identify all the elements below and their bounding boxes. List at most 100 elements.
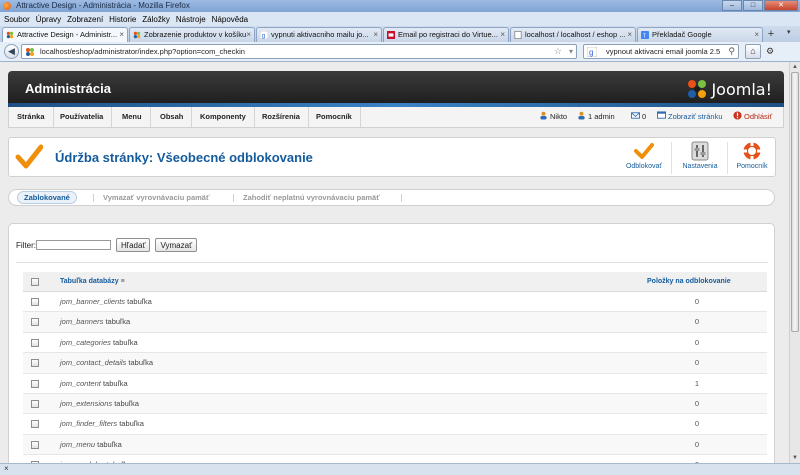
toolbar-divider [671,142,672,174]
menu-file[interactable]: Soubor [4,15,30,24]
items-count-cell: 0 [694,419,700,429]
tab-purge-expired-cache[interactable]: Zahodiť neplatnú vyrovnávaciu pamäť [237,190,386,205]
tab-close-icon[interactable]: × [246,28,251,42]
tab-close-icon[interactable]: × [754,28,759,42]
browser-tab[interactable]: Zobrazenie produktov v košíku × [129,27,255,42]
column-header-table[interactable]: Tabuľka databázy ≡ [60,278,125,285]
admin-header: Administrácia Joomla! [8,71,784,107]
view-site-link[interactable]: Zobraziť stránku [657,107,723,127]
table-name-cell: jom_contact_details tabuľka [60,358,154,368]
page-scrollbar[interactable]: ▲ ▼ [789,62,800,463]
toolbar-divider [727,142,728,174]
row-checkbox[interactable] [31,338,39,347]
help-button[interactable]: Pomocník [729,141,775,175]
content-panel: Filter: Hľadať Vymazať Tabuľka databázy ≡… [8,223,775,463]
url-dropdown-icon[interactable]: ▾ [569,45,573,58]
admin-menu: Stránka Používatelia Menu Obsah Komponen… [8,107,784,128]
tab-list-icon[interactable]: ▾ [787,28,797,40]
admin-title: Administrácia [25,81,111,96]
browser-tabbar: Attractive Design - Administr... × Zobra… [0,26,800,42]
users-icon [540,111,547,120]
search-button[interactable]: Hľadať [116,238,151,252]
table-name-cell: jom_banner_clients tabuľka [60,297,152,306]
menu-item-site[interactable]: Stránka [9,107,54,127]
menu-item-extensions[interactable]: Rozšírenia [254,107,309,127]
scroll-up-icon[interactable]: ▲ [790,62,800,72]
browser-tab[interactable]: localhost / localhost / eshop ... × [510,27,636,42]
submenu-divider [233,194,234,202]
submenu-divider [401,194,402,202]
menu-item-users[interactable]: Používatelia [52,107,113,127]
search-icon[interactable]: ⚲ [728,45,735,58]
filter-search-input[interactable] [36,240,111,250]
browser-navbar: ◀ localhost/eshop/administrator/index.ph… [0,42,800,62]
table-row: jom_banner_clients tabuľka 0 [23,292,767,313]
window-controls: – □ ✕ [722,0,798,11]
column-header-items[interactable]: Položky na odblokovanie [647,278,731,285]
extension-icon[interactable]: ⚙ [763,44,777,59]
menu-item-help[interactable]: Pomocník [308,107,361,127]
scrollbar-thumb[interactable] [791,72,799,332]
row-checkbox[interactable] [31,379,39,388]
browser-tab[interactable]: T Překladač Google × [637,27,763,42]
row-checkbox[interactable] [31,359,39,368]
search-value: vypnout aktivacni email joomla 2.5 [606,47,721,56]
maximize-button[interactable]: □ [743,0,763,11]
tab-global-checkin[interactable]: Zablokované [17,191,77,204]
table-row: jom_banners tabuľka 0 [23,312,767,333]
clear-button[interactable]: Vymazať [155,238,198,252]
tab-clear-cache[interactable]: Vymazať vyrovnávaciu pamäť [97,190,216,205]
menu-help[interactable]: Nápověda [212,15,248,24]
tab-close-icon[interactable]: × [500,28,505,42]
items-count-cell: 0 [694,297,700,306]
messages-count[interactable]: 0 [631,107,646,127]
google-favicon-icon: g [260,31,268,39]
svg-text:g: g [262,32,266,39]
table-body: jom_banner_clients tabuľka 0 jom_banners t… [23,292,767,463]
site-identity-icon[interactable] [25,47,35,57]
logout-link[interactable]: Odhlásiť [733,107,772,127]
checkin-button[interactable]: Odblokovať [621,141,667,175]
close-window-button[interactable]: ✕ [764,0,798,11]
row-checkbox[interactable] [31,318,39,327]
help-lifebuoy-icon [743,142,761,160]
menu-view[interactable]: Zobrazení [67,15,103,24]
new-tab-button[interactable]: + [764,28,778,42]
sort-icon[interactable]: ≡ [121,278,125,285]
select-all-checkbox[interactable] [31,278,39,286]
back-button[interactable]: ◀ [4,44,19,59]
home-button[interactable]: ⌂ [745,44,761,59]
menu-item-components[interactable]: Komponenty [192,107,255,127]
url-bar[interactable]: localhost/eshop/administrator/index.php?… [21,44,577,59]
items-count-cell: 0 [694,398,700,408]
row-checkbox[interactable] [31,440,39,449]
menu-bookmarks[interactable]: Záložky [142,15,170,24]
menu-item-content[interactable]: Obsah [152,107,193,127]
menu-tools[interactable]: Nástroje [176,15,206,24]
menu-edit[interactable]: Úpravy [36,15,61,24]
table-name-cell: jom_content tabuľka [60,378,128,388]
browser-tab[interactable]: g vypnuti aktivacniho mailu jo... × [256,27,382,42]
minimize-button[interactable]: – [722,0,742,11]
menu-history[interactable]: Historie [109,15,136,24]
browser-tab[interactable]: Attractive Design - Administr... × [2,27,128,42]
bookmark-star-icon[interactable]: ☆ [554,45,562,58]
table-row: jom_extensions tabuľka 0 [23,393,767,415]
tab-close-icon[interactable]: × [373,28,378,42]
view-site-icon [657,111,666,119]
menu-item-menus[interactable]: Menu [114,107,151,127]
tab-close-icon[interactable]: × [119,28,124,42]
table-row: jom_modules tabuľka2 [23,455,767,463]
row-checkbox[interactable] [31,420,39,429]
browser-tab[interactable]: Email po registraci do Virtue... × [383,27,509,42]
search-bar[interactable]: g vypnout aktivacni email joomla 2.5 ⚲ [583,44,739,59]
scroll-down-icon[interactable]: ▼ [790,453,800,463]
items-count-cell: 1 [694,378,700,388]
google-search-icon[interactable]: g [587,47,597,57]
options-button[interactable]: Nastavenia [677,141,723,175]
tab-close-icon[interactable]: × [627,28,632,42]
find-bar-close-icon[interactable]: × [4,464,9,473]
submenu-tabs: Zablokované Vymazať vyrovnávaciu pamäť Z… [8,189,775,206]
row-checkbox[interactable] [31,399,39,408]
row-checkbox[interactable] [31,298,39,306]
